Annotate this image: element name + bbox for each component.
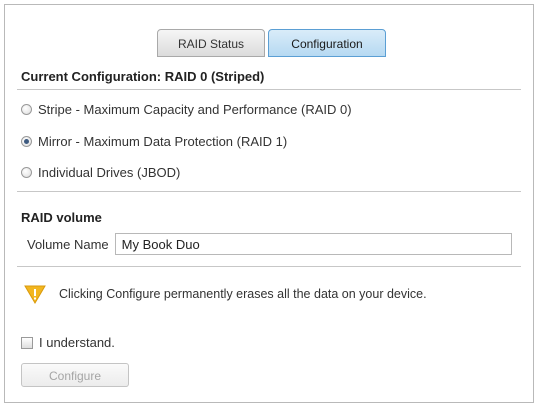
tab-raid-status[interactable]: RAID Status — [157, 29, 265, 57]
warning-text: Clicking Configure permanently erases al… — [59, 287, 427, 301]
tab-configuration[interactable]: Configuration — [268, 29, 386, 57]
tab-bar: RAID Status Configuration — [157, 29, 386, 57]
current-configuration: Current Configuration: RAID 0 (Striped) — [21, 69, 264, 84]
radio-stripe[interactable] — [21, 104, 32, 115]
volume-name-input[interactable] — [114, 233, 512, 255]
raid-config-panel: RAID Status Configuration Current Config… — [4, 4, 534, 403]
divider — [17, 266, 521, 267]
divider — [17, 191, 521, 192]
volume-name-label: Volume Name — [27, 236, 109, 252]
current-configuration-value: RAID 0 (Striped) — [164, 69, 265, 84]
radio-mirror[interactable] — [21, 136, 32, 147]
option-stripe[interactable]: Stripe - Maximum Capacity and Performanc… — [21, 102, 352, 117]
understand-checkbox[interactable] — [21, 336, 33, 349]
option-mirror[interactable]: Mirror - Maximum Data Protection (RAID 1… — [21, 134, 287, 149]
current-configuration-label: Current Configuration: — [21, 69, 162, 84]
understand-label: I understand. — [39, 335, 115, 350]
configure-button[interactable]: Configure — [21, 363, 129, 387]
understand-row[interactable]: I understand. — [21, 335, 115, 350]
radio-jbod[interactable] — [21, 167, 32, 178]
divider — [17, 89, 521, 90]
option-stripe-label: Stripe - Maximum Capacity and Performanc… — [38, 102, 352, 117]
option-jbod-label: Individual Drives (JBOD) — [38, 165, 181, 180]
raid-volume-title: RAID volume — [21, 210, 102, 225]
option-jbod[interactable]: Individual Drives (JBOD) — [21, 165, 180, 180]
warning-triangle-icon — [24, 285, 46, 304]
option-mirror-label: Mirror - Maximum Data Protection (RAID 1… — [38, 134, 288, 149]
volume-name-row: Volume Name — [27, 233, 512, 255]
warning-row: Clicking Configure permanently erases al… — [23, 284, 427, 304]
